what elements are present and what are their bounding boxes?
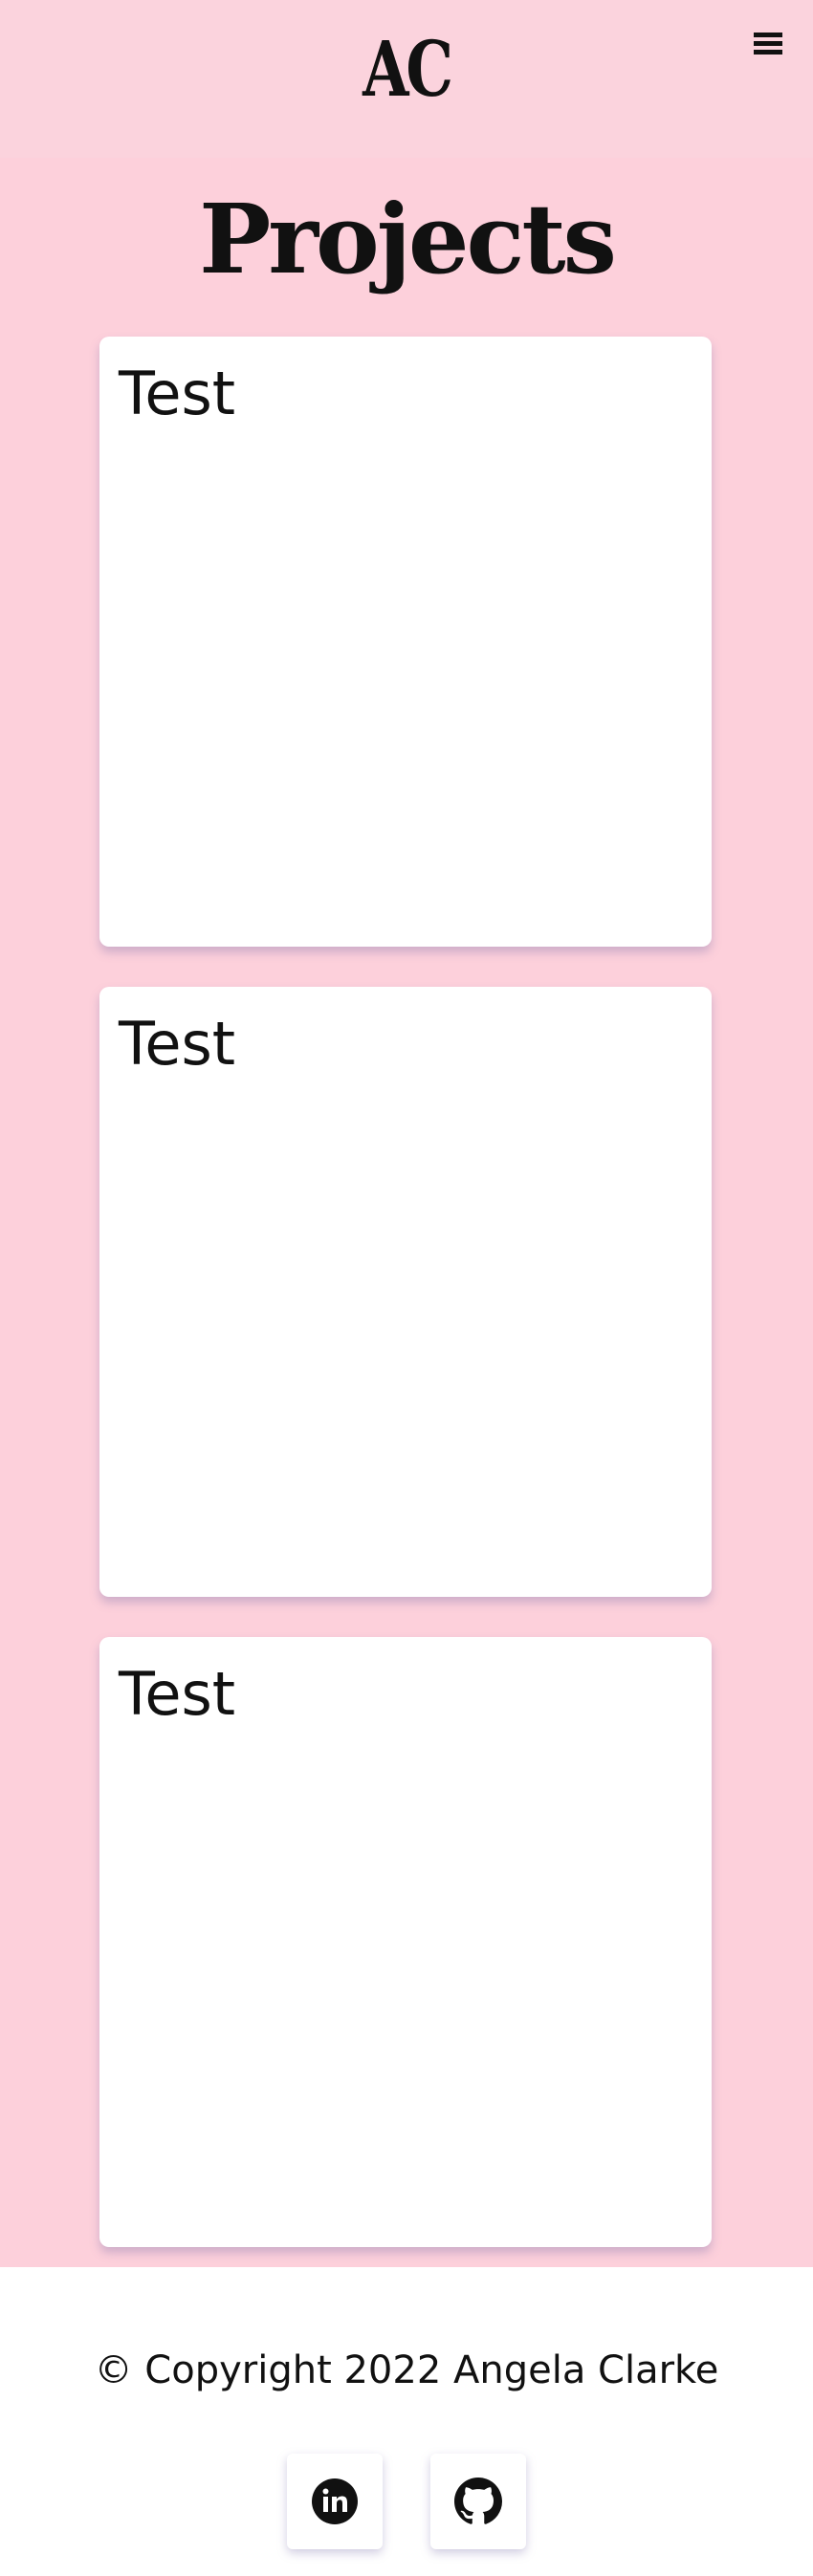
project-card[interactable]: Test (99, 337, 712, 947)
project-card-title: Test (119, 359, 236, 428)
menu-bar (754, 50, 782, 55)
github-icon (454, 2478, 502, 2524)
site-logo[interactable]: AC (90, 21, 724, 117)
page: AC Projects Test Test Test © Copyright 2… (0, 0, 813, 2576)
project-card-title: Test (119, 1009, 236, 1079)
linkedin-icon (312, 2478, 358, 2524)
copyright-text: © Copyright 2022 Angela Clarke (94, 2348, 719, 2392)
menu-bar (754, 33, 782, 37)
linkedin-link[interactable] (287, 2454, 383, 2549)
hamburger-menu-icon[interactable] (754, 31, 782, 55)
page-title: Projects (199, 183, 617, 295)
site-footer: © Copyright 2022 Angela Clarke (0, 2267, 813, 2576)
project-card-title: Test (119, 1659, 236, 1729)
site-header: AC (0, 0, 813, 158)
project-card[interactable]: Test (99, 1637, 712, 2247)
project-card[interactable]: Test (99, 987, 712, 1597)
github-link[interactable] (430, 2454, 526, 2549)
menu-bar (754, 41, 782, 46)
